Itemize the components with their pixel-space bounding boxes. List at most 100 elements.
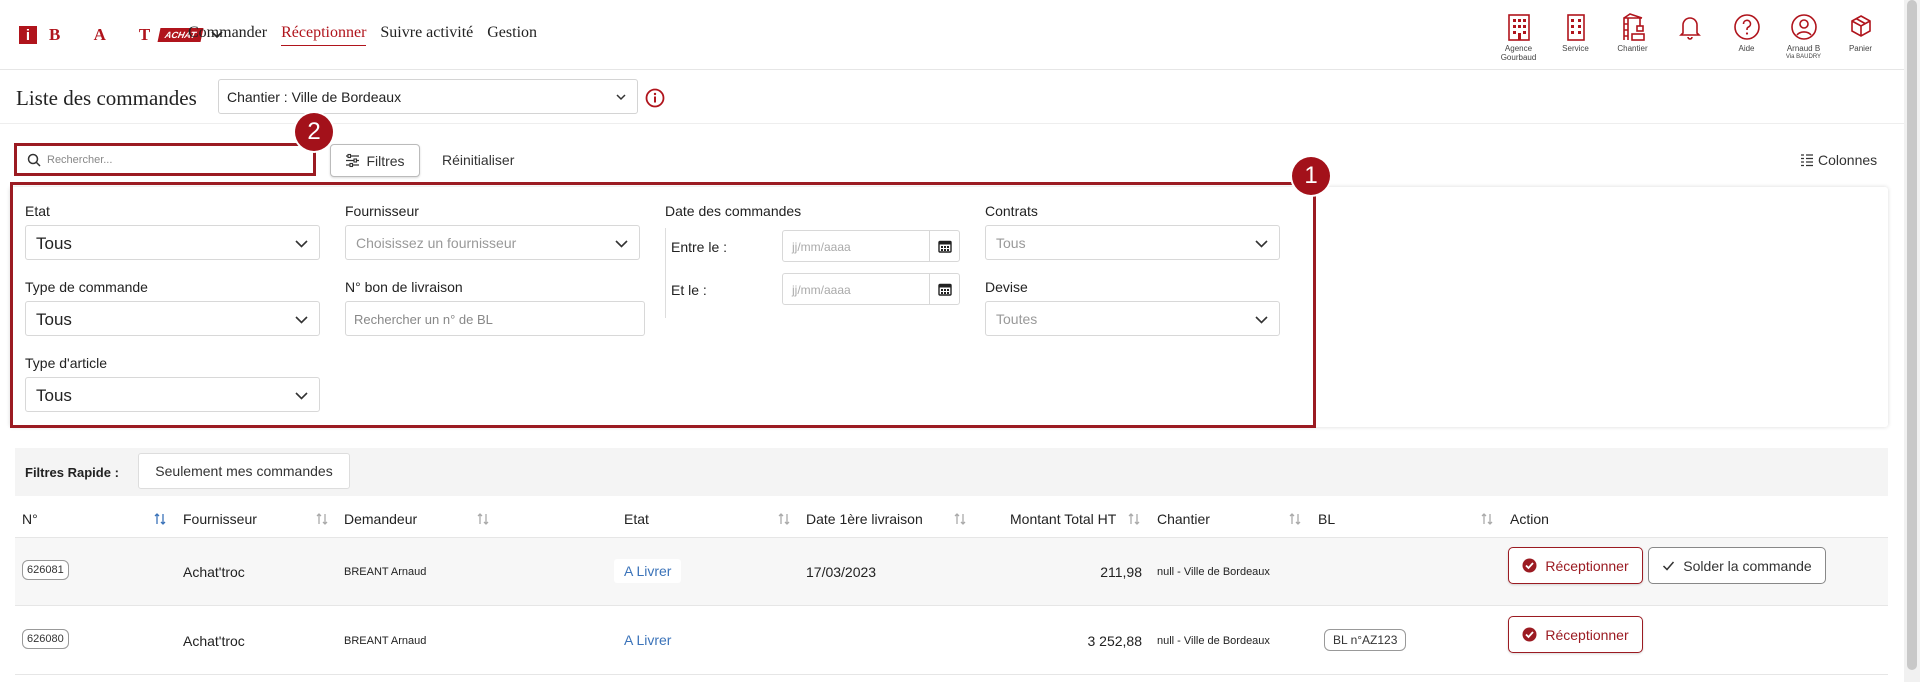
quick-filters-label: Filtres Rapide : [25,465,119,480]
columns-button[interactable]: Colonnes [1800,152,1877,168]
notifications-button[interactable] [1661,12,1718,62]
agence-button[interactable]: Agence Gourbaud [1490,12,1547,62]
type-commande-label: Type de commande [25,279,148,295]
info-icon[interactable] [645,88,665,108]
title-bar: Liste des commandes Chantier : Ville de … [0,70,1904,124]
date-end-placeholder: jj/mm/aaaa [792,283,851,297]
col-header-etat[interactable]: Etat [624,511,649,527]
col-header-num[interactable]: N° [22,511,38,527]
table-row[interactable]: 626080 Achat'troc BREANT Arnaud A Livrer… [15,607,1888,675]
solder-commande-button[interactable]: Solder la commande [1648,547,1826,584]
date-start-input[interactable]: jj/mm/aaaa [782,230,960,262]
col-header-montant[interactable]: Montant Total HT [1010,511,1116,527]
bl-input[interactable]: Rechercher un n° de BL [345,301,645,336]
etat-status-badge: A Livrer [614,559,682,583]
date-start-placeholder: jj/mm/aaaa [792,240,851,254]
columns-button-label: Colonnes [1818,152,1878,168]
sort-icon[interactable] [777,512,791,526]
calendar-button[interactable] [929,274,959,304]
panier-button[interactable]: Panier [1832,12,1889,62]
etat-status-badge: A Livrer [614,628,682,652]
col-header-date[interactable]: Date 1ère livraison [806,511,923,527]
col-header-chantier[interactable]: Chantier [1157,511,1210,527]
nav-receptionner[interactable]: Réceptionner [281,24,367,46]
etat-select-value: Tous [36,234,72,253]
search-icon [27,153,41,167]
panier-label: Panier [1848,44,1873,53]
sort-icon[interactable] [1480,512,1494,526]
type-article-select[interactable]: Tous [25,377,320,412]
logo-letters: B A T [49,25,166,44]
aide-label: Aide [1738,44,1755,53]
page-title: Liste des commandes [16,86,197,110]
devise-select[interactable]: Toutes [985,301,1280,336]
sort-icon[interactable] [1288,512,1302,526]
sort-icon[interactable] [953,512,967,526]
reset-button[interactable]: Réinitialiser [442,152,514,168]
calendar-icon [937,240,952,253]
nav-gestion[interactable]: Gestion [487,24,537,46]
user-button[interactable]: Arnaud B Via BAUDRY [1775,12,1832,62]
order-number[interactable]: 626081 [22,560,69,580]
nav-commander[interactable]: Commander [188,24,267,46]
my-orders-filter-button[interactable]: Seulement mes commandes [138,453,350,489]
service-label: Service [1562,44,1589,53]
devise-label: Devise [985,279,1028,295]
crane-icon [1622,13,1645,41]
office-building-icon [1566,14,1585,41]
order-number[interactable]: 626080 [22,629,69,649]
date-end-input[interactable]: jj/mm/aaaa [782,273,960,305]
solder-button-label: Solder la commande [1683,557,1812,574]
fournisseur-cell: Achat'troc [183,633,245,649]
sort-icon[interactable] [315,512,329,526]
filters-button-label: Filtres [366,152,405,169]
sort-active-icon[interactable] [153,512,167,526]
check-circle-icon [1522,627,1537,642]
callout-badge-2: 2 [295,113,333,151]
col-header-bl[interactable]: BL [1318,511,1335,527]
calendar-icon [937,283,952,296]
type-commande-select[interactable]: Tous [25,301,320,336]
receptionner-button-label: Réceptionner [1545,557,1629,574]
fournisseur-cell: Achat'troc [183,564,245,580]
receptionner-button[interactable]: Réceptionner [1508,616,1643,653]
type-article-select-value: Tous [36,386,72,405]
chantier-cell: null - Ville de Bordeaux [1157,566,1270,578]
chevron-down-icon [295,316,308,324]
check-icon [1663,561,1675,571]
etat-select[interactable]: Tous [25,225,320,260]
filters-button[interactable]: Filtres [330,144,420,177]
col-header-fournisseur[interactable]: Fournisseur [183,511,257,527]
cart-icon [1850,15,1871,37]
fournisseur-select[interactable]: Choisissez un fournisseur [345,225,640,260]
chantier-button[interactable]: Chantier [1604,12,1661,62]
search-input[interactable] [47,150,302,170]
col-header-demandeur[interactable]: Demandeur [344,511,417,527]
sort-icon[interactable] [1127,512,1141,526]
page-scrollbar-thumb[interactable] [1907,0,1917,670]
type-commande-select-value: Tous [36,310,72,329]
table-row[interactable]: 626081 Achat'troc BREANT Arnaud A Livrer… [15,538,1888,606]
aide-button[interactable]: Aide [1718,12,1775,62]
search-field[interactable] [14,143,316,176]
service-button[interactable]: Service [1547,12,1604,62]
contrats-select[interactable]: Tous [985,225,1280,260]
logo-i: i [19,26,37,44]
chantier-select[interactable]: Chantier : Ville de Bordeaux [218,79,638,114]
columns-icon [1801,153,1813,166]
fournisseur-select-placeholder: Choisissez un fournisseur [356,235,517,251]
type-article-label: Type d'article [25,355,108,371]
sort-icon[interactable] [476,512,490,526]
agence-sub: Gourbaud [1500,53,1537,62]
montant-cell: 3 252,88 [1087,633,1143,649]
et-le-label: Et le : [671,282,707,298]
receptionner-button[interactable]: Réceptionner [1508,547,1643,584]
col-header-action: Action [1510,511,1549,527]
chevron-down-icon [1255,316,1268,324]
entre-le-label: Entre le : [671,239,728,255]
calendar-button[interactable] [929,231,959,261]
receptionner-button-label: Réceptionner [1545,626,1629,643]
user-sub: Via BAUDRY [1785,54,1822,60]
nav-suivre-activite[interactable]: Suivre activité [380,24,473,46]
bl-badge[interactable]: BL n°AZ123 [1324,629,1407,651]
